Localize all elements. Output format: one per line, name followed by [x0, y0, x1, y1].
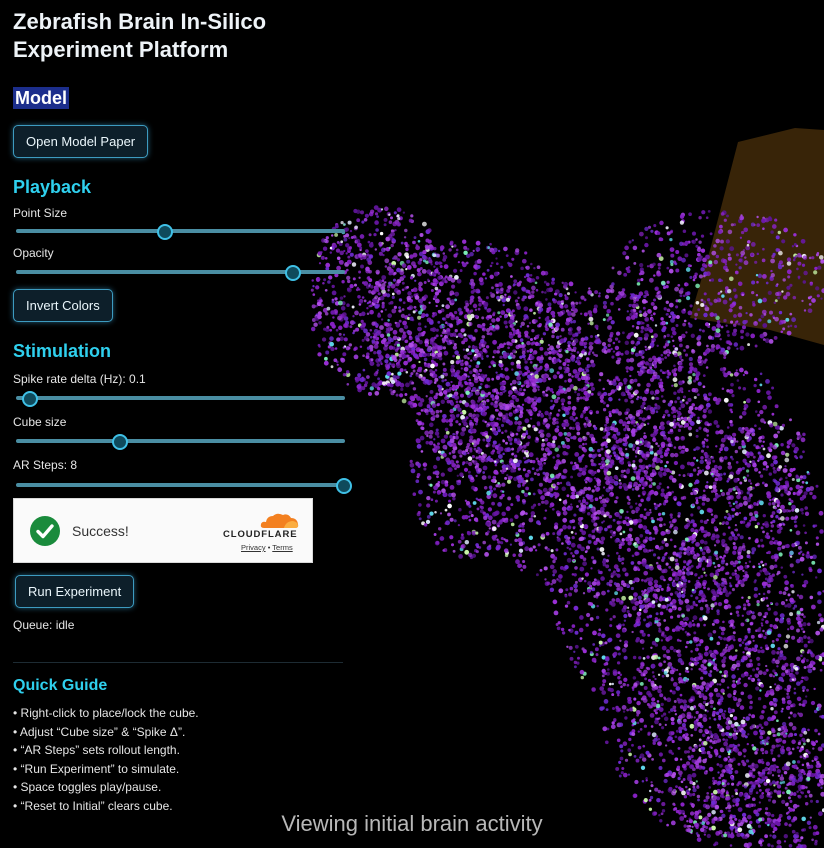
guide-item: • Space toggles play/pause. [13, 780, 162, 794]
model-heading: Model [13, 87, 69, 109]
cloudflare-logo-text: CLOUDFLARE [223, 529, 298, 540]
queue-status: Queue: idle [13, 618, 75, 632]
captcha-status: Success! [72, 523, 129, 539]
slider-thumb[interactable] [112, 434, 128, 450]
ar-steps-slider[interactable] [13, 478, 352, 494]
slider-track [16, 396, 345, 400]
app-title: Zebrafish Brain In-Silico Experiment Pla… [13, 8, 345, 64]
point-size-label: Point Size [13, 206, 68, 220]
app-title-line1: Zebrafish Brain In-Silico [13, 9, 267, 34]
cube-size-label: Cube size [13, 415, 67, 429]
section-divider [13, 662, 343, 663]
quick-guide-list: • Right-click to place/lock the cube. • … [13, 704, 199, 815]
spike-rate-slider[interactable] [13, 391, 345, 407]
opacity-slider[interactable] [13, 265, 345, 281]
captcha-links: Privacy • Terms [241, 543, 293, 552]
cloudflare-cloud-icon [260, 513, 299, 528]
terms-link[interactable]: Terms [272, 543, 292, 552]
guide-item: • “Run Experiment” to simulate. [13, 761, 180, 776]
success-check-icon [30, 516, 60, 546]
guide-item: • Adjust “Cube size” & “Spike Δ”. [13, 724, 186, 739]
slider-thumb[interactable] [156, 224, 173, 240]
run-experiment-button[interactable]: Run Experiment [15, 575, 135, 608]
invert-colors-button[interactable]: Invert Colors [13, 289, 113, 322]
stimulation-heading: Stimulation [13, 341, 111, 361]
guide-item: • “AR Steps” sets rollout length. [13, 743, 180, 757]
slider-thumb[interactable] [22, 391, 39, 407]
slider-track [16, 229, 345, 233]
spike-rate-label: Spike rate delta (Hz): 0.1 [13, 372, 146, 386]
open-model-paper-button[interactable]: Open Model Paper [13, 125, 149, 158]
app-title-line2: Experiment Platform [13, 37, 229, 62]
stimulation-cube[interactable] [690, 128, 824, 345]
control-panel: Zebrafish Brain In-Silico Experiment Pla… [13, 8, 352, 494]
slider-thumb[interactable] [284, 265, 301, 281]
viewer-status-caption: Viewing initial brain activity [281, 811, 543, 836]
slider-thumb[interactable] [336, 478, 352, 494]
quick-guide-heading: Quick Guide [13, 677, 108, 694]
cloudflare-captcha-widget[interactable]: Success! CLOUDFLARE Privacy • Terms [13, 498, 313, 563]
opacity-label: Opacity [13, 246, 54, 260]
point-size-slider[interactable] [13, 224, 345, 240]
playback-heading: Playback [13, 177, 92, 197]
guide-item: • Right-click to place/lock the cube. [13, 706, 199, 720]
slider-track [16, 483, 345, 487]
slider-track [16, 439, 345, 443]
cube-size-slider[interactable] [13, 434, 345, 450]
ar-steps-label: AR Steps: 8 [13, 458, 78, 472]
privacy-link[interactable]: Privacy [241, 543, 266, 552]
link-separator: • [267, 543, 271, 552]
